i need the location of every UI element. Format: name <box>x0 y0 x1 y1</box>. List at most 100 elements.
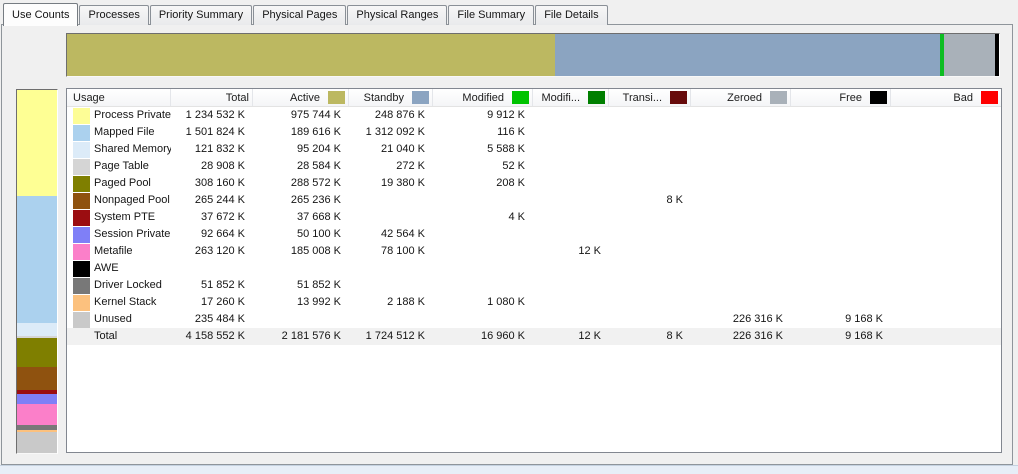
table-row-driver-locked[interactable]: Driver Locked 51 852 K 51 852 K <box>67 277 1001 294</box>
table-row-kernel-stack[interactable]: Kernel Stack 17 260 K 13 992 K 2 188 K 1 080… <box>67 294 1001 311</box>
usage-cell: Nonpaged Pool <box>67 192 171 209</box>
table-row-total[interactable]: Total 4 158 552 K 2 181 576 K 1 724 512 K 16… <box>67 328 1001 345</box>
usage-cell: Total <box>67 328 171 345</box>
value-cell: 263 120 K <box>194 245 245 257</box>
usage-label: Unused <box>94 313 132 325</box>
column-header-standby[interactable]: Standby <box>349 89 433 106</box>
usage-label: Metafile <box>94 245 133 257</box>
table-row-mapped-file[interactable]: Mapped File 1 501 824 K 189 616 K 1 312 092… <box>67 124 1001 141</box>
column-header-bad[interactable]: Bad <box>891 89 1001 106</box>
paged-pool-color-swatch <box>73 175 90 192</box>
value-cell <box>891 175 1001 192</box>
table-row-page-table[interactable]: Page Table 28 908 K 28 584 K 272 K 52 K <box>67 158 1001 175</box>
value-cell <box>533 294 609 311</box>
value-cell: 308 160 K <box>194 177 245 189</box>
usage-cell: AWE <box>67 260 171 277</box>
state-segment-zeroed <box>944 34 995 76</box>
value-cell <box>533 277 609 294</box>
state-segment-active <box>67 34 556 76</box>
column-header-label: Usage <box>73 91 105 104</box>
value-cell <box>891 260 1001 277</box>
value-cell: 95 204 K <box>296 143 341 155</box>
usage-segment-unused <box>17 432 57 453</box>
column-header-total[interactable]: Total <box>171 89 253 106</box>
value-cell <box>891 107 1001 124</box>
value-cell: 4 K <box>508 211 525 223</box>
value-cell: 19 380 K <box>380 177 425 189</box>
column-header-label: Modifi... <box>541 91 580 104</box>
table-row-session-private[interactable]: Session Private 92 664 K 50 100 K 42 564 K <box>67 226 1001 243</box>
column-header-modifi[interactable]: Modifi... <box>533 89 609 106</box>
column-header-active[interactable]: Active <box>253 89 349 106</box>
value-cell: 1 312 092 K <box>365 126 425 138</box>
metafile-color-swatch <box>73 243 90 260</box>
usage-label: Paged Pool <box>94 177 151 189</box>
usage-cell: System PTE <box>67 209 171 226</box>
tab-processes[interactable]: Processes <box>79 5 149 25</box>
tab-file-summary[interactable]: File Summary <box>448 5 535 25</box>
value-cell <box>691 294 791 311</box>
value-cell <box>171 260 253 277</box>
value-cell: 4 158 552 K <box>185 330 245 342</box>
value-cell <box>691 226 791 243</box>
table-row-nonpaged-pool[interactable]: Nonpaged Pool 265 244 K 265 236 K 8 K <box>67 192 1001 209</box>
value-cell <box>891 141 1001 158</box>
value-cell <box>791 226 891 243</box>
value-cell: 42 564 K <box>380 228 425 240</box>
tab-priority-summary[interactable]: Priority Summary <box>149 5 253 25</box>
value-cell: 51 852 K <box>296 279 341 291</box>
active-legend-swatch <box>328 91 345 104</box>
value-cell <box>791 141 891 158</box>
column-header-free[interactable]: Free <box>791 89 891 106</box>
value-cell: 185 008 K <box>290 245 341 257</box>
value-cell: 9 912 K <box>487 109 525 121</box>
value-cell <box>691 175 791 192</box>
column-header-zeroed[interactable]: Zeroed <box>691 89 791 106</box>
value-cell <box>691 141 791 158</box>
value-cell: 189 616 K <box>290 126 341 138</box>
value-cell: 235 484 K <box>194 313 245 325</box>
usage-label: Driver Locked <box>94 279 162 291</box>
column-header-usage[interactable]: Usage <box>67 89 171 106</box>
window-bottom-strip <box>0 465 1018 474</box>
tab-physical-ranges[interactable]: Physical Ranges <box>347 5 448 25</box>
value-cell: 288 572 K <box>290 177 341 189</box>
table-row-system-pte[interactable]: System PTE 37 672 K 37 668 K 4 K <box>67 209 1001 226</box>
tab-use-counts[interactable]: Use Counts <box>3 3 79 26</box>
column-header-label: Total <box>225 91 249 104</box>
rammap-window: Use Counts Processes Priority Summary Physi… <box>0 0 1018 474</box>
value-cell: 272 K <box>396 160 425 172</box>
value-cell <box>791 107 891 124</box>
usage-cell: Session Private <box>67 226 171 243</box>
free-legend-swatch <box>870 91 887 104</box>
column-header-modified[interactable]: Modified <box>433 89 533 106</box>
table-row-paged-pool[interactable]: Paged Pool 308 160 K 288 572 K 19 380 K 208 … <box>67 175 1001 192</box>
value-cell <box>433 243 533 260</box>
value-cell: 12 K <box>578 330 601 342</box>
zeroed-legend-swatch <box>770 91 787 104</box>
tab-file-details[interactable]: File Details <box>535 5 608 25</box>
usage-distribution-bar <box>16 89 58 454</box>
value-cell <box>433 277 533 294</box>
usage-segment-paged-pool <box>17 338 57 367</box>
table-row-metafile[interactable]: Metafile 263 120 K 185 008 K 78 100 K 12 K <box>67 243 1001 260</box>
table-row-shared-memory[interactable]: Shared Memory 121 832 K 95 204 K 21 040 K 5 … <box>67 141 1001 158</box>
column-header-transi[interactable]: Transi... <box>609 89 691 106</box>
value-cell <box>891 192 1001 209</box>
usage-segment-mapped-file <box>17 196 57 323</box>
table-row-process-private[interactable]: Process Private 1 234 532 K 975 744 K 248 8… <box>67 107 1001 124</box>
value-cell: 17 260 K <box>200 296 245 308</box>
value-cell <box>691 192 791 209</box>
value-cell <box>891 243 1001 260</box>
value-cell: 16 960 K <box>480 330 525 342</box>
value-cell: 28 584 K <box>296 160 341 172</box>
tab-physical-pages[interactable]: Physical Pages <box>253 5 347 25</box>
usage-segment-metafile <box>17 404 57 425</box>
value-cell <box>533 311 609 328</box>
table-row-awe[interactable]: AWE <box>67 260 1001 277</box>
usage-cell: Page Table <box>67 158 171 175</box>
value-cell <box>349 192 433 209</box>
value-cell <box>533 226 609 243</box>
table-row-unused[interactable]: Unused 235 484 K 226 316 K 9 168 K <box>67 311 1001 328</box>
value-cell <box>791 243 891 260</box>
